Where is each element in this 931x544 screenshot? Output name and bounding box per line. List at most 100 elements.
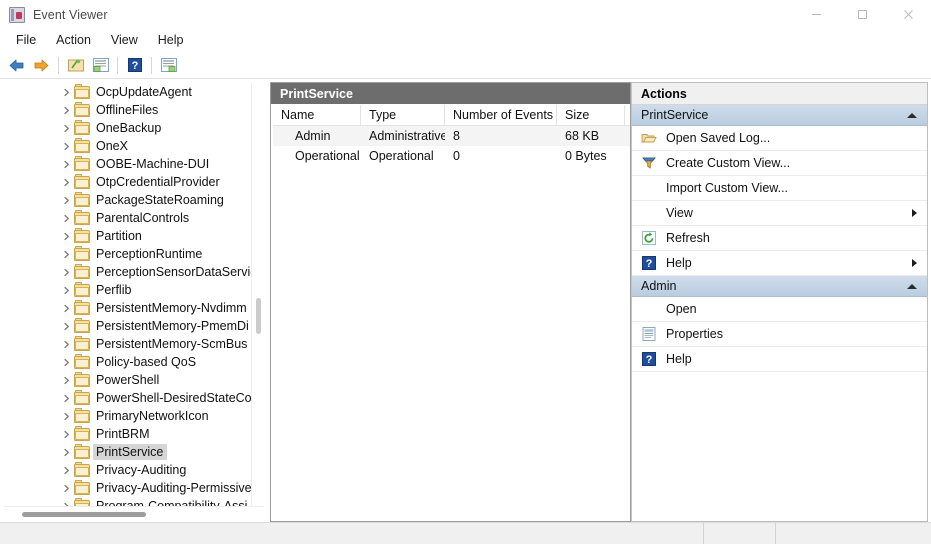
tree-item[interactable]: PersistentMemory-ScmBus (4, 335, 264, 353)
funnel-filter-icon (641, 155, 657, 171)
tree-item[interactable]: PerceptionRuntime (4, 245, 264, 263)
tree-horizontal-scrollbar[interactable] (4, 506, 264, 521)
tree-item-label: OfflineFiles (96, 103, 159, 117)
tree-item[interactable]: Privacy-Auditing-Permissive (4, 479, 264, 497)
tree-item-label: PerceptionSensorDataServic (96, 265, 257, 279)
tree-vertical-scrollbar[interactable] (251, 83, 264, 506)
status-segment-3 (776, 523, 931, 544)
tree-item[interactable]: OtpCredentialProvider (4, 173, 264, 191)
menu-help[interactable]: Help (149, 30, 193, 51)
action-item-label: View (666, 206, 693, 220)
maximize-button[interactable] (839, 0, 885, 29)
action-item[interactable]: ? Help (632, 347, 927, 372)
action-item[interactable]: Refresh (632, 226, 927, 251)
collapse-up-icon[interactable] (907, 283, 917, 289)
folder-icon (74, 389, 90, 405)
tree-item[interactable]: PrimaryNetworkIcon (4, 407, 264, 425)
chevron-right-icon[interactable] (60, 142, 73, 151)
tree-item[interactable]: PowerShell (4, 371, 264, 389)
tree-item[interactable]: PerceptionSensorDataServic (4, 263, 264, 281)
chevron-right-icon[interactable] (60, 88, 73, 97)
tree-item[interactable]: OneBackup (4, 119, 264, 137)
chevron-right-icon[interactable] (60, 448, 73, 457)
column-header-number-of-events[interactable]: Number of Events (445, 105, 557, 125)
menu-view[interactable]: View (102, 30, 147, 51)
chevron-right-icon[interactable] (60, 250, 73, 259)
chevron-right-icon[interactable] (60, 466, 73, 475)
action-item[interactable]: Open (632, 297, 927, 322)
chevron-right-icon[interactable] (60, 286, 73, 295)
forward-button[interactable] (29, 54, 54, 77)
chevron-right-icon[interactable] (60, 412, 73, 421)
tree-item[interactable]: PackageStateRoaming (4, 191, 264, 209)
minimize-button[interactable] (793, 0, 839, 29)
table-row[interactable]: Operational Operational 0 0 Bytes (273, 146, 630, 166)
actions-group-header[interactable]: Admin (632, 276, 927, 297)
tree-item[interactable]: OOBE-Machine-DUI (4, 155, 264, 173)
tree-item[interactable]: ParentalControls (4, 209, 264, 227)
log-list-view[interactable]: Name Type Number of Events Size Admin Adm… (271, 105, 630, 521)
chevron-right-icon[interactable] (60, 304, 73, 313)
tree-item[interactable]: Partition (4, 227, 264, 245)
up-one-level-button[interactable] (63, 54, 88, 77)
action-item[interactable]: Import Custom View... (632, 176, 927, 201)
action-item[interactable]: Open Saved Log... (632, 126, 927, 151)
actions-group-title: PrintService (641, 108, 709, 122)
tree-item[interactable]: OneX (4, 137, 264, 155)
column-header-size[interactable]: Size (557, 105, 625, 125)
back-button[interactable] (4, 54, 29, 77)
chevron-right-icon[interactable] (60, 340, 73, 349)
chevron-right-icon[interactable] (60, 358, 73, 367)
chevron-right-icon[interactable] (60, 232, 73, 241)
chevron-right-icon[interactable] (60, 394, 73, 403)
center-pane: PrintService Name Type Number of Events … (270, 82, 631, 522)
tree-vertical-scroll-thumb[interactable] (256, 298, 261, 334)
tree-list: OcpUpdateAgent OfflineFiles OneBackup OneX O… (4, 83, 264, 506)
chevron-right-icon[interactable] (60, 196, 73, 205)
show-hide-action-pane-button[interactable] (156, 54, 181, 77)
actions-group-header[interactable]: PrintService (632, 105, 927, 126)
help-button[interactable]: ? (122, 54, 147, 77)
tree-item[interactable]: Policy-based QoS (4, 353, 264, 371)
tree-item[interactable]: Privacy-Auditing (4, 461, 264, 479)
close-button[interactable] (885, 0, 931, 29)
tree-item-label: Privacy-Auditing-Permissive (96, 481, 252, 495)
tree-item[interactable]: PersistentMemory-PmemDi (4, 317, 264, 335)
action-item[interactable]: Properties (632, 322, 927, 347)
tree-item[interactable]: PrintBRM (4, 425, 264, 443)
tree-item[interactable]: OfflineFiles (4, 101, 264, 119)
status-bar (0, 522, 931, 544)
tree-horizontal-scroll-thumb[interactable] (22, 512, 146, 517)
action-item-label: Refresh (666, 231, 710, 245)
table-row[interactable]: Admin Administrative 8 68 KB (273, 126, 630, 146)
show-hide-console-tree-button[interactable] (88, 54, 113, 77)
column-header-type[interactable]: Type (361, 105, 445, 125)
chevron-right-icon[interactable] (60, 430, 73, 439)
tree-item[interactable]: PowerShell-DesiredStateCon (4, 389, 264, 407)
list-view-rows: Admin Administrative 8 68 KB Operational Oper… (273, 126, 630, 166)
menu-action[interactable]: Action (47, 30, 100, 51)
tree-item-label: Privacy-Auditing (96, 463, 187, 477)
chevron-right-icon[interactable] (60, 214, 73, 223)
menu-file[interactable]: File (7, 30, 45, 51)
chevron-right-icon[interactable] (60, 160, 73, 169)
chevron-right-icon[interactable] (60, 106, 73, 115)
chevron-right-icon[interactable] (60, 376, 73, 385)
collapse-up-icon[interactable] (907, 112, 917, 118)
no-icon (641, 180, 657, 196)
column-header-name[interactable]: Name (273, 105, 361, 125)
chevron-right-icon[interactable] (60, 124, 73, 133)
action-item[interactable]: View (632, 201, 927, 226)
tree-item[interactable]: OcpUpdateAgent (4, 83, 264, 101)
chevron-right-icon[interactable] (60, 322, 73, 331)
chevron-right-icon[interactable] (60, 484, 73, 493)
tree-item-selected[interactable]: PrintService (4, 443, 264, 461)
tree-item[interactable]: PersistentMemory-Nvdimm (4, 299, 264, 317)
tree-item[interactable]: Perflib (4, 281, 264, 299)
action-item[interactable]: Create Custom View... (632, 151, 927, 176)
submenu-arrow-icon (912, 209, 917, 217)
tree-item[interactable]: Program-Compatibility-Assi (4, 497, 264, 506)
chevron-right-icon[interactable] (60, 268, 73, 277)
chevron-right-icon[interactable] (60, 178, 73, 187)
action-item[interactable]: ? Help (632, 251, 927, 276)
